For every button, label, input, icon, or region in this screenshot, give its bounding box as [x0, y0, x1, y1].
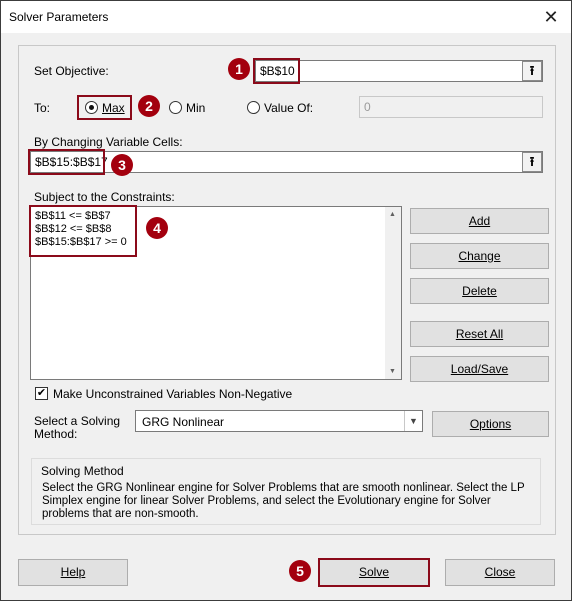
load-save-button[interactable]: Load/Save	[410, 356, 549, 382]
step-badge-3: 3	[111, 154, 133, 176]
reset-all-button[interactable]: Reset All	[410, 321, 549, 347]
close-button[interactable]: Close	[445, 559, 555, 586]
change-button[interactable]: Change	[410, 243, 549, 269]
constraints-label: Subject to the Constraints:	[34, 190, 175, 204]
scroll-down-icon[interactable]: ▼	[389, 368, 396, 375]
radio-min[interactable]	[169, 101, 182, 114]
method-label-line1: Select a Solving	[34, 414, 121, 428]
highlight-box-max	[77, 95, 132, 120]
solving-method-group: Solving Method Select the GRG Nonlinear …	[31, 458, 541, 525]
method-select-value: GRG Nonlinear	[142, 415, 225, 429]
options-button[interactable]: Options	[432, 411, 549, 437]
chevron-down-icon[interactable]: ▼	[404, 411, 422, 431]
checkmark-icon: ✔	[36, 387, 47, 399]
radio-value-of-label: Value Of:	[264, 101, 314, 115]
method-label-line2: Method:	[34, 427, 78, 441]
solving-method-title: Solving Method	[41, 464, 124, 478]
radio-value-of[interactable]	[247, 101, 260, 114]
highlight-box-constraints	[29, 205, 137, 257]
solving-method-description: Select the GRG Nonlinear engine for Solv…	[42, 482, 525, 520]
value-of-value: 0	[364, 100, 371, 114]
step-badge-4: 4	[146, 217, 168, 239]
title-bar: Solver Parameters ✕	[1, 1, 571, 33]
radio-min-label: Min	[186, 101, 206, 115]
nonneg-label: Make Unconstrained Variables Non-Negativ…	[53, 387, 293, 401]
step-badge-5: 5	[289, 560, 311, 582]
scrollbar[interactable]: ▲ ▼	[385, 207, 401, 379]
set-objective-label: Set Objective:	[34, 64, 109, 78]
upload-arrow-icon[interactable]: ⭱	[522, 152, 542, 172]
changing-cells-input[interactable]: $B$15:$B$17	[30, 151, 543, 173]
highlight-box-changing	[28, 149, 105, 175]
close-icon[interactable]: ✕	[539, 5, 563, 29]
nonneg-checkbox[interactable]: ✔	[35, 387, 48, 400]
method-select[interactable]: GRG Nonlinear ▼	[135, 410, 423, 432]
to-label: To:	[34, 101, 51, 115]
value-of-input[interactable]: 0	[359, 96, 543, 118]
step-badge-2: 2	[138, 95, 160, 117]
help-button[interactable]: Help	[18, 559, 128, 586]
scroll-up-icon[interactable]: ▲	[389, 211, 396, 218]
highlight-box-objective	[253, 58, 300, 84]
delete-button[interactable]: Delete	[410, 278, 549, 304]
highlight-box-solve	[318, 558, 430, 587]
step-badge-1: 1	[228, 58, 250, 80]
solver-dialog: Solver Parameters ✕ Set Objective: $B$10…	[0, 0, 572, 601]
changing-cells-label: By Changing Variable Cells:	[34, 135, 183, 149]
dialog-title: Solver Parameters	[9, 10, 109, 24]
upload-arrow-icon[interactable]: ⭱	[522, 61, 542, 81]
add-button[interactable]: Add	[410, 208, 549, 234]
